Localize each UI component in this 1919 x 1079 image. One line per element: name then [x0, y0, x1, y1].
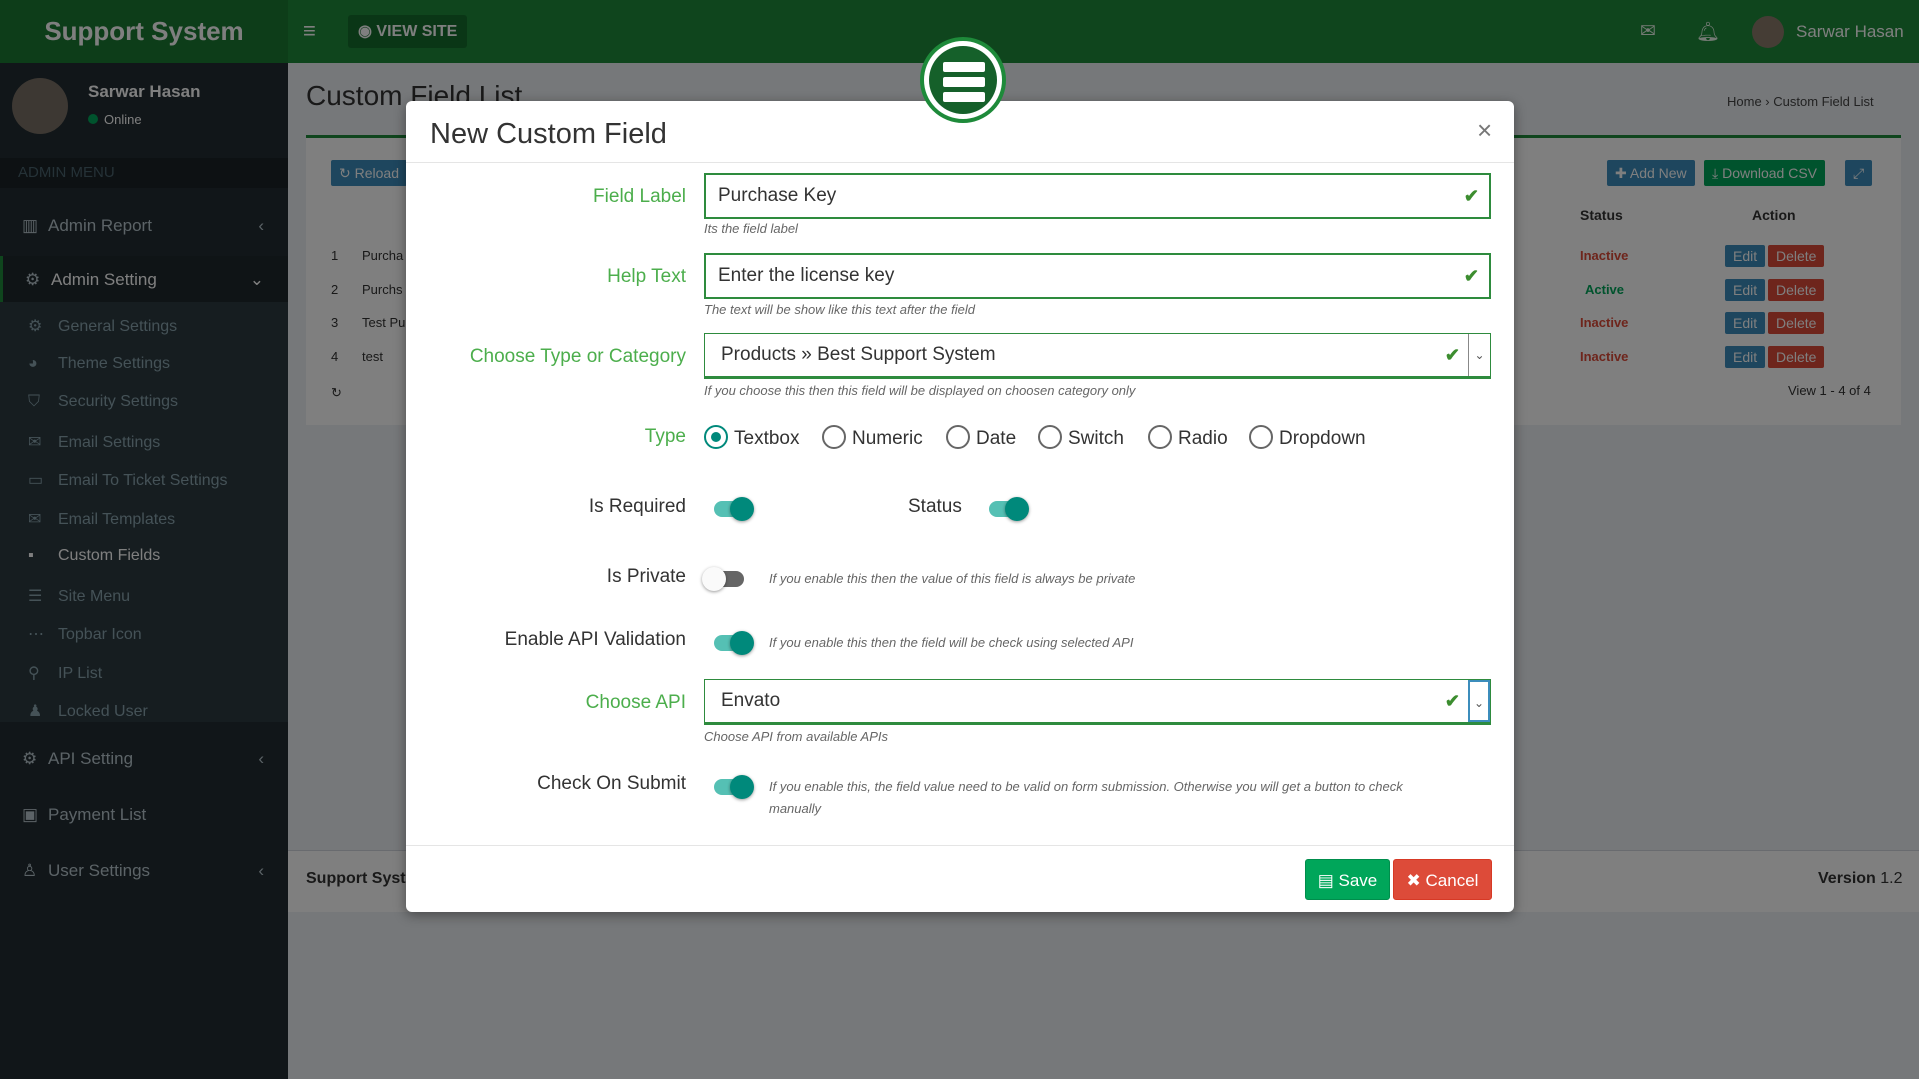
- field-label-input[interactable]: Purchase Key ✔: [704, 173, 1491, 219]
- radio-label: Textbox: [734, 428, 800, 449]
- radio-label: Numeric: [852, 428, 923, 449]
- category-select[interactable]: Products » Best Support System ✔ ⌄: [704, 333, 1491, 379]
- close-icon: ✖: [1406, 871, 1421, 890]
- type-radio-numeric[interactable]: Numeric: [822, 425, 923, 450]
- help-text-help: The text will be show like this text aft…: [704, 302, 975, 317]
- check-on-submit-label: Check On Submit: [537, 773, 686, 794]
- cancel-label: Cancel: [1425, 871, 1479, 890]
- check-on-submit-note-2: manually: [769, 801, 822, 816]
- modal-title: New Custom Field: [430, 118, 667, 150]
- save-button[interactable]: ▤ Save: [1305, 859, 1390, 900]
- chevron-down-icon: ⌄: [1468, 334, 1490, 376]
- close-icon[interactable]: ×: [1477, 115, 1492, 146]
- type-radio-switch[interactable]: Switch: [1038, 425, 1124, 450]
- radio-icon: [946, 425, 970, 449]
- save-label: Save: [1338, 871, 1378, 890]
- api-validation-toggle[interactable]: [708, 631, 756, 655]
- help-text-input[interactable]: Enter the license key ✔: [704, 253, 1491, 299]
- choose-api-select[interactable]: Envato ✔ ⌄: [704, 679, 1491, 725]
- radio-label: Date: [976, 428, 1017, 449]
- status-toggle[interactable]: [983, 497, 1031, 521]
- radio-label: Dropdown: [1279, 428, 1366, 449]
- is-private-label: Is Private: [606, 566, 686, 587]
- api-validation-note: If you enable this then the field will b…: [769, 635, 1134, 650]
- radio-label: Radio: [1178, 428, 1228, 449]
- check-icon: ✔: [1444, 691, 1460, 711]
- server-logo-icon: [920, 37, 1006, 123]
- field-label-help: Its the field label: [704, 221, 798, 236]
- radio-checked-icon: [704, 425, 728, 449]
- floppy-icon: ▤: [1317, 871, 1334, 890]
- is-private-note: If you enable this then the value of thi…: [769, 571, 1136, 586]
- help-text-label: Help Text: [607, 266, 686, 287]
- check-icon: ✔: [1444, 345, 1460, 365]
- cancel-button[interactable]: ✖ Cancel: [1393, 859, 1492, 900]
- is-private-toggle[interactable]: [702, 567, 750, 591]
- help-text-value: Enter the license key: [718, 265, 895, 286]
- type-label: Type: [644, 426, 686, 447]
- is-required-toggle[interactable]: [708, 497, 756, 521]
- type-radio-date[interactable]: Date: [946, 425, 1016, 450]
- choose-api-help: Choose API from available APIs: [704, 729, 889, 744]
- choose-api-value: Envato: [721, 690, 781, 711]
- radio-icon: [1249, 425, 1273, 449]
- chevron-down-icon: ⌄: [1468, 680, 1490, 722]
- check-icon: ✔: [1463, 266, 1479, 286]
- type-radio-textbox[interactable]: Textbox: [704, 425, 799, 450]
- modal-footer-divider: [406, 845, 1514, 846]
- status-label: Status: [908, 496, 962, 517]
- category-value: Products » Best Support System: [721, 344, 996, 365]
- choose-api-label: Choose API: [585, 692, 686, 713]
- radio-label: Switch: [1068, 428, 1124, 449]
- check-on-submit-note: If you enable this, the field value need…: [769, 779, 1403, 794]
- check-on-submit-toggle[interactable]: [708, 775, 756, 799]
- field-label-value: Purchase Key: [718, 185, 837, 206]
- radio-icon: [1038, 425, 1062, 449]
- is-required-label: Is Required: [588, 496, 686, 517]
- api-validation-label: Enable API Validation: [504, 629, 686, 650]
- category-help: If you choose this then this field will …: [704, 383, 1136, 398]
- radio-icon: [822, 425, 846, 449]
- check-icon: ✔: [1463, 186, 1479, 206]
- category-label: Choose Type or Category: [469, 346, 686, 367]
- radio-icon: [1148, 425, 1172, 449]
- field-label-label: Field Label: [593, 186, 686, 207]
- type-radio-radio[interactable]: Radio: [1148, 425, 1228, 450]
- type-radio-dropdown[interactable]: Dropdown: [1249, 425, 1366, 450]
